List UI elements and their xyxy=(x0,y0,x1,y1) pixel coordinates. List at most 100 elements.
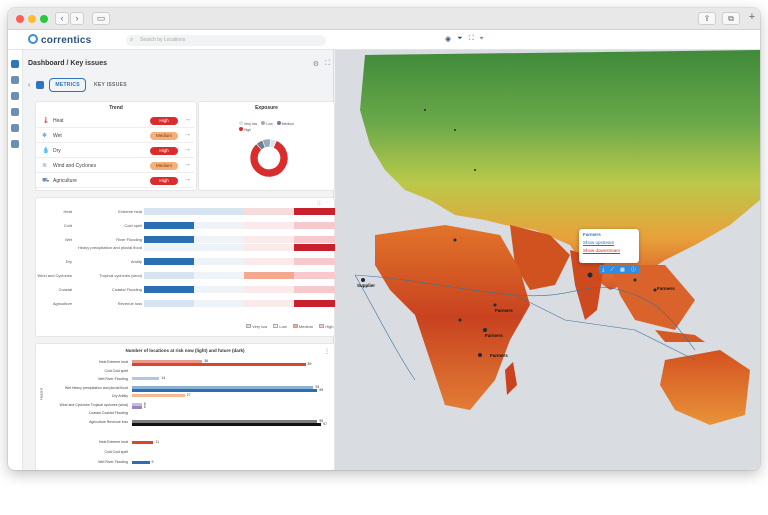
zoom-window-icon[interactable] xyxy=(40,15,48,23)
trend-row-dry[interactable]: 💧 Dry High → xyxy=(36,144,194,158)
australia-land xyxy=(660,350,750,425)
browser-window: ‹ › ▭ ⇪ ⧉ + correntics ⌕ Search by Locat… xyxy=(8,8,760,470)
hazard-group-label: Dry xyxy=(65,259,72,264)
trend-row-heat[interactable]: 🌡 Heat High → xyxy=(36,114,194,128)
hazard-cell[interactable] xyxy=(244,258,294,265)
trend-row-wet[interactable]: ❄ Wet Medium → xyxy=(36,129,194,143)
trend-row-wind[interactable]: ≋ Wind and Cyclones Medium → xyxy=(36,159,194,173)
warning-icon[interactable] xyxy=(11,108,19,116)
hazard-cell[interactable] xyxy=(244,300,294,307)
hazard-cell[interactable] xyxy=(244,286,294,293)
forward-icon[interactable]: › xyxy=(70,12,84,25)
brand-logo[interactable]: correntics xyxy=(28,34,91,46)
show-downstream-link[interactable]: Show downstream xyxy=(583,248,635,253)
arrow-right-icon[interactable]: → xyxy=(184,131,191,138)
hazard-group-label: Coastal xyxy=(58,287,72,292)
layers-icon[interactable]: ◉ xyxy=(445,35,451,43)
chart-icon[interactable]: ⟋ xyxy=(610,267,614,273)
hazard-group-label: Agriculture xyxy=(52,301,72,306)
arrow-right-icon[interactable]: → xyxy=(184,116,191,123)
hazard-cell[interactable] xyxy=(144,272,194,279)
building-icon[interactable]: ▦ xyxy=(620,267,625,273)
bar-future[interactable] xyxy=(132,405,142,409)
download-icon[interactable]: ⤓ xyxy=(602,267,604,273)
wind-icon: ≋ xyxy=(42,163,48,169)
locations-icon[interactable] xyxy=(11,76,19,84)
map-label-farmers: Farmers xyxy=(485,333,503,338)
bar-future[interactable] xyxy=(132,363,306,366)
close-window-icon[interactable] xyxy=(16,15,24,23)
tabs-overview-icon[interactable]: ⧉ xyxy=(722,12,740,25)
bar-now[interactable] xyxy=(132,377,160,380)
hazard-cell[interactable] xyxy=(194,244,244,251)
arrow-right-icon[interactable]: → xyxy=(184,161,191,168)
gear-icon[interactable]: ⚙ xyxy=(313,60,319,68)
trend-row-agriculture[interactable]: ⛟ Agriculture High → xyxy=(36,174,194,188)
hazard-cell[interactable] xyxy=(144,236,194,243)
search-icon: ⌕ xyxy=(130,37,134,43)
bar-category-label: Wet River Flooding xyxy=(98,377,128,381)
trend-icon[interactable] xyxy=(11,124,19,132)
share-icon[interactable]: ⇪ xyxy=(698,12,716,25)
hazard-cell[interactable] xyxy=(194,300,244,307)
pin-icon[interactable]: ⌖ xyxy=(480,35,484,43)
show-upstream-link[interactable]: Show upstream xyxy=(583,240,635,245)
hazard-cell[interactable] xyxy=(194,286,244,293)
map-label-farmers: Farmers xyxy=(490,353,508,358)
report-icon[interactable] xyxy=(11,140,19,148)
bar-future[interactable] xyxy=(132,422,322,426)
hazard-cell[interactable] xyxy=(194,208,244,215)
buildings-icon[interactable] xyxy=(11,92,19,100)
status-badge: High xyxy=(150,117,178,125)
arrow-right-icon[interactable]: → xyxy=(184,176,191,183)
expand-icon[interactable]: ⛶ xyxy=(325,60,330,68)
minimize-window-icon[interactable] xyxy=(28,15,36,23)
hazard-cell[interactable] xyxy=(144,258,194,265)
map-label-farmers: Farmers xyxy=(657,286,675,291)
bar-future[interactable] xyxy=(132,388,318,392)
tab-key-issues[interactable]: KEY ISSUES xyxy=(89,79,132,91)
frame-select-icon[interactable]: ⛶ xyxy=(469,35,474,43)
info-icon[interactable]: ⓘ xyxy=(631,266,636,273)
more-icon[interactable]: ⋯ xyxy=(325,200,330,206)
hazard-cell[interactable] xyxy=(244,222,294,229)
bar-value-label: 95 xyxy=(319,387,324,392)
sidebar-toggle-icon[interactable]: ▭ xyxy=(92,12,110,25)
hazard-cell[interactable] xyxy=(194,272,244,279)
new-tab-icon[interactable]: + xyxy=(745,12,759,25)
hazard-cell[interactable] xyxy=(144,222,194,229)
hazard-cell[interactable] xyxy=(144,286,194,293)
hazard-cell[interactable] xyxy=(144,208,194,215)
location-search-input[interactable]: ⌕ Search by Locations xyxy=(126,35,326,46)
popup-title: Farmers xyxy=(583,232,601,237)
dashboard-icon[interactable] xyxy=(11,60,19,68)
tab-metrics[interactable]: METRICS xyxy=(49,78,86,92)
hazard-cell[interactable] xyxy=(244,272,294,279)
bar-future[interactable] xyxy=(132,461,150,464)
portfolio-icon[interactable] xyxy=(36,81,45,89)
menu-icon[interactable]: ⋮ xyxy=(324,348,330,355)
hazard-cell[interactable] xyxy=(144,244,194,251)
bar-now[interactable] xyxy=(132,394,185,397)
exposure-legend: Very low Low Medium xyxy=(239,121,294,126)
indonesia-land xyxy=(655,330,705,342)
bar-value-label: 14 xyxy=(161,376,166,380)
hazard-cell[interactable] xyxy=(244,208,294,215)
hazard-cell[interactable] xyxy=(244,236,294,243)
hazard-cell[interactable] xyxy=(144,300,194,307)
bar-category-label: Wet River Flooding xyxy=(98,460,128,464)
filter-icon[interactable]: ⏷ xyxy=(457,35,463,43)
hazard-cell[interactable] xyxy=(244,244,294,251)
hazard-cell[interactable] xyxy=(194,258,244,265)
hazard-cell[interactable] xyxy=(194,236,244,243)
hint-icon[interactable]: ⓘ xyxy=(317,200,322,207)
bar-future[interactable] xyxy=(132,441,154,444)
hazard-cell[interactable] xyxy=(194,222,244,229)
back-arrow-icon[interactable]: ‹ xyxy=(28,82,30,89)
app-header: correntics ⌕ Search by Locations ◉ ⏷ ⛶ ⌖ xyxy=(8,30,760,50)
back-icon[interactable]: ‹ xyxy=(55,12,69,25)
arrow-right-icon[interactable]: → xyxy=(184,146,191,153)
drop-icon: 💧 xyxy=(42,148,50,154)
logo-mark-icon xyxy=(28,34,38,44)
risk-map[interactable]: Supplier Farmers Farmers Farmers Farmers… xyxy=(335,50,760,470)
